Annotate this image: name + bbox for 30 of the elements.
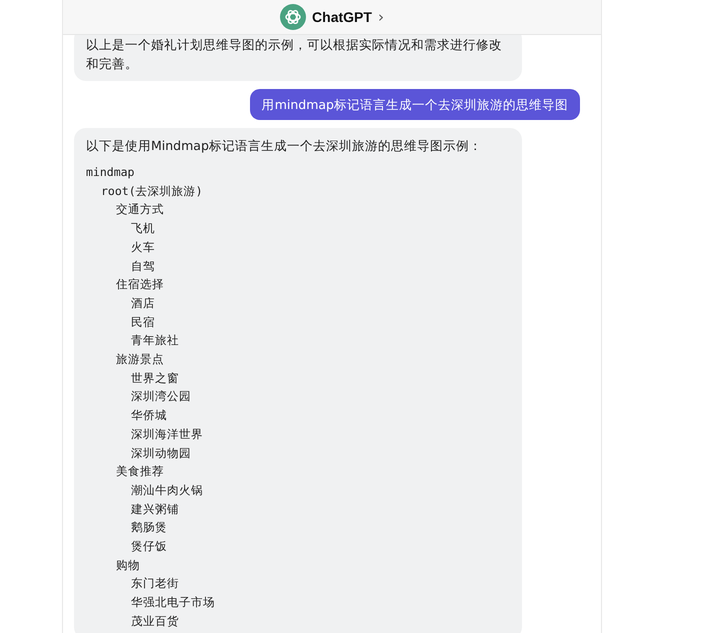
code-line: 茂业百货 xyxy=(131,612,180,630)
code-line: 交通方式 xyxy=(116,201,165,218)
user-message: 用mindmap标记语言生成一个去深圳旅游的思维导图 xyxy=(250,89,580,120)
code-line: 建兴粥铺 xyxy=(131,500,180,518)
code-line: 鹅肠煲 xyxy=(131,519,168,536)
code-line: 民宿 xyxy=(131,314,156,331)
code-line: 华侨城 xyxy=(131,407,168,424)
code-line: 深圳动物园 xyxy=(131,444,192,462)
code-line: 酒店 xyxy=(131,294,156,312)
code-line: 潮汕牛肉火锅 xyxy=(131,482,204,499)
code-line: 东门老街 xyxy=(131,575,180,592)
code-line: 青年旅社 xyxy=(131,332,180,350)
code-line: 深圳海洋世界 xyxy=(131,426,204,443)
code-line: 购物 xyxy=(116,556,141,574)
logo-icon xyxy=(280,4,306,30)
code-line: 飞机 xyxy=(131,220,156,238)
chat-title[interactable]: ChatGPT xyxy=(312,9,372,25)
code-line: 煲仔饭 xyxy=(131,538,168,556)
code-line: 美食推荐 xyxy=(116,463,165,480)
code-line: 自驾 xyxy=(131,258,156,275)
code-line: mindmap xyxy=(86,164,136,181)
code-line: 火车 xyxy=(131,238,156,256)
code-line: 住宿选择 xyxy=(116,276,165,294)
code-line: 华强北电子市场 xyxy=(131,594,216,612)
message-text: 以下是使用Mindmap标记语言生成一个去深圳旅游的思维导图示例： xyxy=(86,137,483,155)
code-line: 世界之窗 xyxy=(131,370,180,387)
code-line: 旅游景点 xyxy=(116,351,165,368)
code-line: 深圳湾公园 xyxy=(131,388,192,406)
chevron-icon[interactable]: › xyxy=(378,8,384,26)
code-line: root(去深圳旅游) xyxy=(101,182,204,200)
